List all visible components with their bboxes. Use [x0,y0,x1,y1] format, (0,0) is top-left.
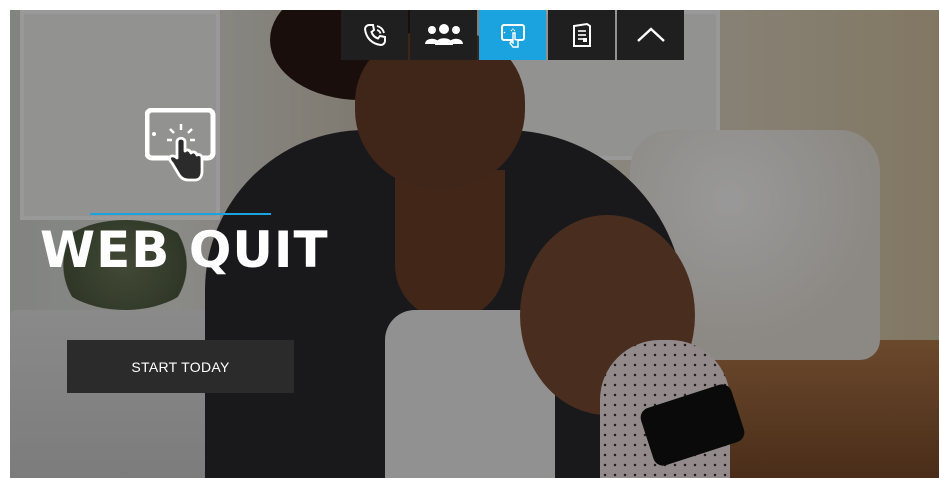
hero-icon-container [144,107,217,189]
nav-web-button[interactable] [479,10,546,60]
phone-icon [363,24,386,47]
web-tablet-icon [500,24,525,48]
top-navigation [341,10,684,60]
guide-document-icon [572,22,591,47]
chevron-up-icon [636,27,665,42]
group-icon [424,24,463,45]
page-title: WEB QUIT [40,221,329,279]
title-accent-divider [90,213,271,215]
nav-phone-button[interactable] [341,10,408,60]
tablet-touch-icon [144,107,216,182]
nav-group-button[interactable] [410,10,477,60]
nav-collapse-button[interactable] [617,10,684,60]
nav-guide-button[interactable] [548,10,615,60]
start-today-button[interactable]: START TODAY [67,340,294,393]
hero-section: WEB QUIT START TODAY [10,10,939,478]
